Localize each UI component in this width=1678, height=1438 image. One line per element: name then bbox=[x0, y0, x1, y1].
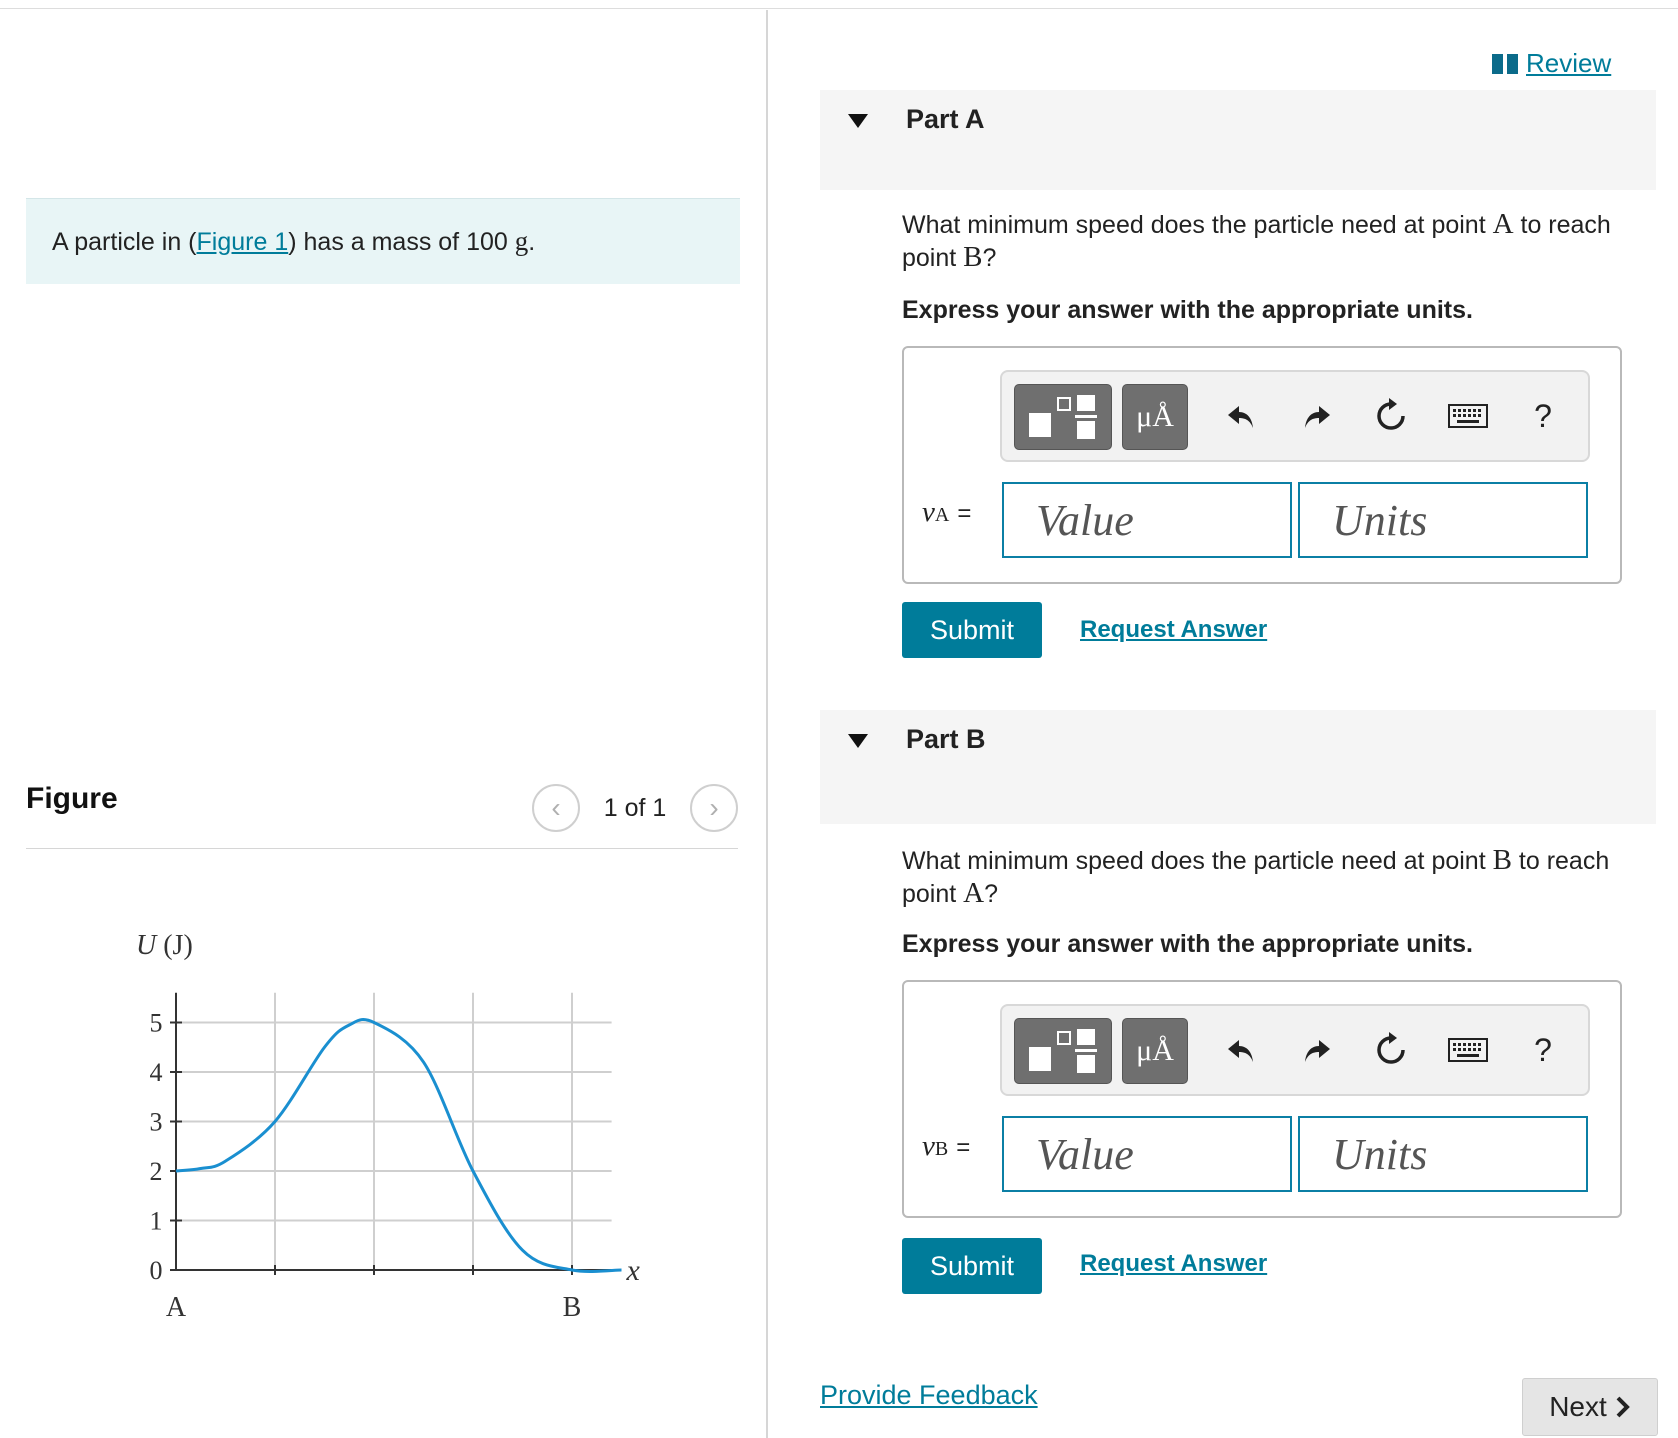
part-a-variable: vA = bbox=[922, 496, 971, 529]
units-button[interactable]: μÅ bbox=[1122, 1018, 1188, 1084]
help-icon: ? bbox=[1534, 397, 1552, 434]
equals-sign: = bbox=[957, 500, 972, 527]
collapse-triangle-icon[interactable] bbox=[848, 734, 868, 748]
point-from: A bbox=[1492, 208, 1514, 240]
part-a-question: What minimum speed does the particle nee… bbox=[902, 208, 1662, 274]
value-input[interactable] bbox=[1002, 482, 1292, 558]
undo-icon bbox=[1228, 1040, 1253, 1062]
point-to: A bbox=[963, 877, 985, 909]
var-subscript: A bbox=[934, 504, 950, 526]
units-input[interactable] bbox=[1298, 1116, 1588, 1192]
help-button[interactable]: ? bbox=[1518, 1024, 1568, 1076]
chevron-right-icon: › bbox=[709, 792, 719, 823]
equation-toolbar: μÅ ? bbox=[1000, 1004, 1590, 1096]
part-b-answer-box: μÅ ? vB = bbox=[902, 980, 1622, 1218]
keyboard-icon bbox=[1448, 1038, 1488, 1062]
reset-button[interactable] bbox=[1366, 390, 1416, 442]
part-a-submit-button[interactable]: Submit bbox=[902, 602, 1042, 658]
book-icon bbox=[1492, 53, 1518, 74]
x-axis-label: x bbox=[625, 1254, 640, 1287]
part-b-title: Part B bbox=[906, 724, 986, 754]
y-tick-label: 2 bbox=[150, 1157, 163, 1186]
var-subscript: B bbox=[934, 1138, 949, 1160]
equals-sign: = bbox=[956, 1134, 971, 1161]
figure-pager: ‹ 1 of 1 › bbox=[532, 784, 738, 832]
provide-feedback-link[interactable]: Provide Feedback bbox=[820, 1380, 1038, 1411]
figure-title: Figure bbox=[26, 782, 118, 815]
potential-energy-curve bbox=[175, 1017, 622, 1273]
keyboard-button[interactable] bbox=[1438, 390, 1498, 442]
var-symbol: v bbox=[922, 496, 935, 528]
intro-end: . bbox=[528, 228, 536, 256]
part-a-header[interactable]: Part A bbox=[820, 90, 1656, 190]
y-tick-label: 5 bbox=[150, 1009, 163, 1038]
point-from: B bbox=[1492, 844, 1512, 876]
question-end: ? bbox=[982, 244, 997, 272]
part-a-request-answer-link[interactable]: Request Answer bbox=[1080, 616, 1267, 644]
redo-button[interactable] bbox=[1292, 1024, 1342, 1076]
question-end: ? bbox=[984, 880, 999, 908]
y-axis-label: U (J) bbox=[136, 930, 193, 961]
part-b-header[interactable]: Part B bbox=[820, 710, 1656, 824]
units-input[interactable] bbox=[1298, 482, 1588, 558]
help-icon: ? bbox=[1534, 1031, 1552, 1068]
point-to: B bbox=[963, 241, 983, 273]
chevron-right-icon bbox=[1616, 1396, 1630, 1418]
question-text: What minimum speed does the particle nee… bbox=[902, 211, 1493, 239]
next-button[interactable]: Next bbox=[1522, 1378, 1658, 1436]
figure-prev-button[interactable]: ‹ bbox=[532, 784, 580, 832]
help-button[interactable]: ? bbox=[1518, 390, 1568, 442]
part-b-variable: vB = bbox=[922, 1130, 970, 1163]
units-button[interactable]: μÅ bbox=[1122, 384, 1188, 450]
figure-link[interactable]: Figure 1 bbox=[197, 228, 289, 256]
intro-prefix: A particle in ( bbox=[52, 228, 197, 256]
x-tick-label-a: A bbox=[166, 1292, 187, 1323]
next-label: Next bbox=[1549, 1391, 1607, 1422]
problem-intro: A particle in (Figure 1) has a mass of 1… bbox=[26, 198, 740, 284]
redo-button[interactable] bbox=[1292, 390, 1342, 442]
review-label: Review bbox=[1526, 48, 1612, 78]
y-tick-label: 1 bbox=[150, 1207, 163, 1236]
reset-icon bbox=[1377, 398, 1405, 430]
review-link[interactable]: Review bbox=[1492, 48, 1611, 79]
redo-icon bbox=[1305, 406, 1330, 428]
part-b-question: What minimum speed does the particle nee… bbox=[902, 844, 1662, 910]
templates-button[interactable] bbox=[1014, 1018, 1112, 1084]
part-a-answer-box: μÅ ? vA = bbox=[902, 346, 1622, 584]
undo-button[interactable] bbox=[1216, 1024, 1266, 1076]
top-border bbox=[0, 8, 1678, 9]
var-symbol: v bbox=[922, 1130, 935, 1162]
part-b-request-answer-link[interactable]: Request Answer bbox=[1080, 1250, 1267, 1278]
redo-icon bbox=[1305, 1040, 1330, 1062]
potential-energy-chart: 0 1 2 3 4 5 U (J) x A B bbox=[136, 930, 640, 1323]
templates-button[interactable] bbox=[1014, 384, 1112, 450]
reset-button[interactable] bbox=[1366, 1024, 1416, 1076]
panel-divider[interactable] bbox=[766, 10, 768, 1438]
mass-unit: g bbox=[514, 226, 529, 256]
x-tick-label-b: B bbox=[563, 1292, 582, 1323]
equation-toolbar: μÅ ? bbox=[1000, 370, 1590, 462]
keyboard-icon bbox=[1448, 404, 1488, 428]
figure-counter: 1 of 1 bbox=[603, 793, 667, 822]
reset-icon bbox=[1377, 1032, 1405, 1064]
figure-next-button[interactable]: › bbox=[690, 784, 738, 832]
y-tick-label: 0 bbox=[150, 1256, 163, 1285]
y-tick-label: 3 bbox=[150, 1108, 163, 1137]
part-a-instruction: Express your answer with the appropriate… bbox=[902, 296, 1473, 324]
keyboard-button[interactable] bbox=[1438, 1024, 1498, 1076]
question-text: What minimum speed does the particle nee… bbox=[902, 847, 1493, 875]
part-b-submit-button[interactable]: Submit bbox=[902, 1238, 1042, 1294]
undo-icon bbox=[1228, 406, 1253, 428]
chevron-left-icon: ‹ bbox=[551, 792, 561, 823]
y-tick-label: 4 bbox=[150, 1058, 163, 1087]
part-a-title: Part A bbox=[906, 104, 985, 134]
collapse-triangle-icon[interactable] bbox=[848, 114, 868, 128]
undo-button[interactable] bbox=[1216, 390, 1266, 442]
intro-suffix: ) has a mass of 100 bbox=[288, 228, 515, 256]
units-icon: μÅ bbox=[1136, 400, 1174, 433]
units-icon: μÅ bbox=[1136, 1034, 1174, 1067]
figure-divider bbox=[26, 848, 738, 849]
part-b-instruction: Express your answer with the appropriate… bbox=[902, 930, 1473, 958]
value-input[interactable] bbox=[1002, 1116, 1292, 1192]
